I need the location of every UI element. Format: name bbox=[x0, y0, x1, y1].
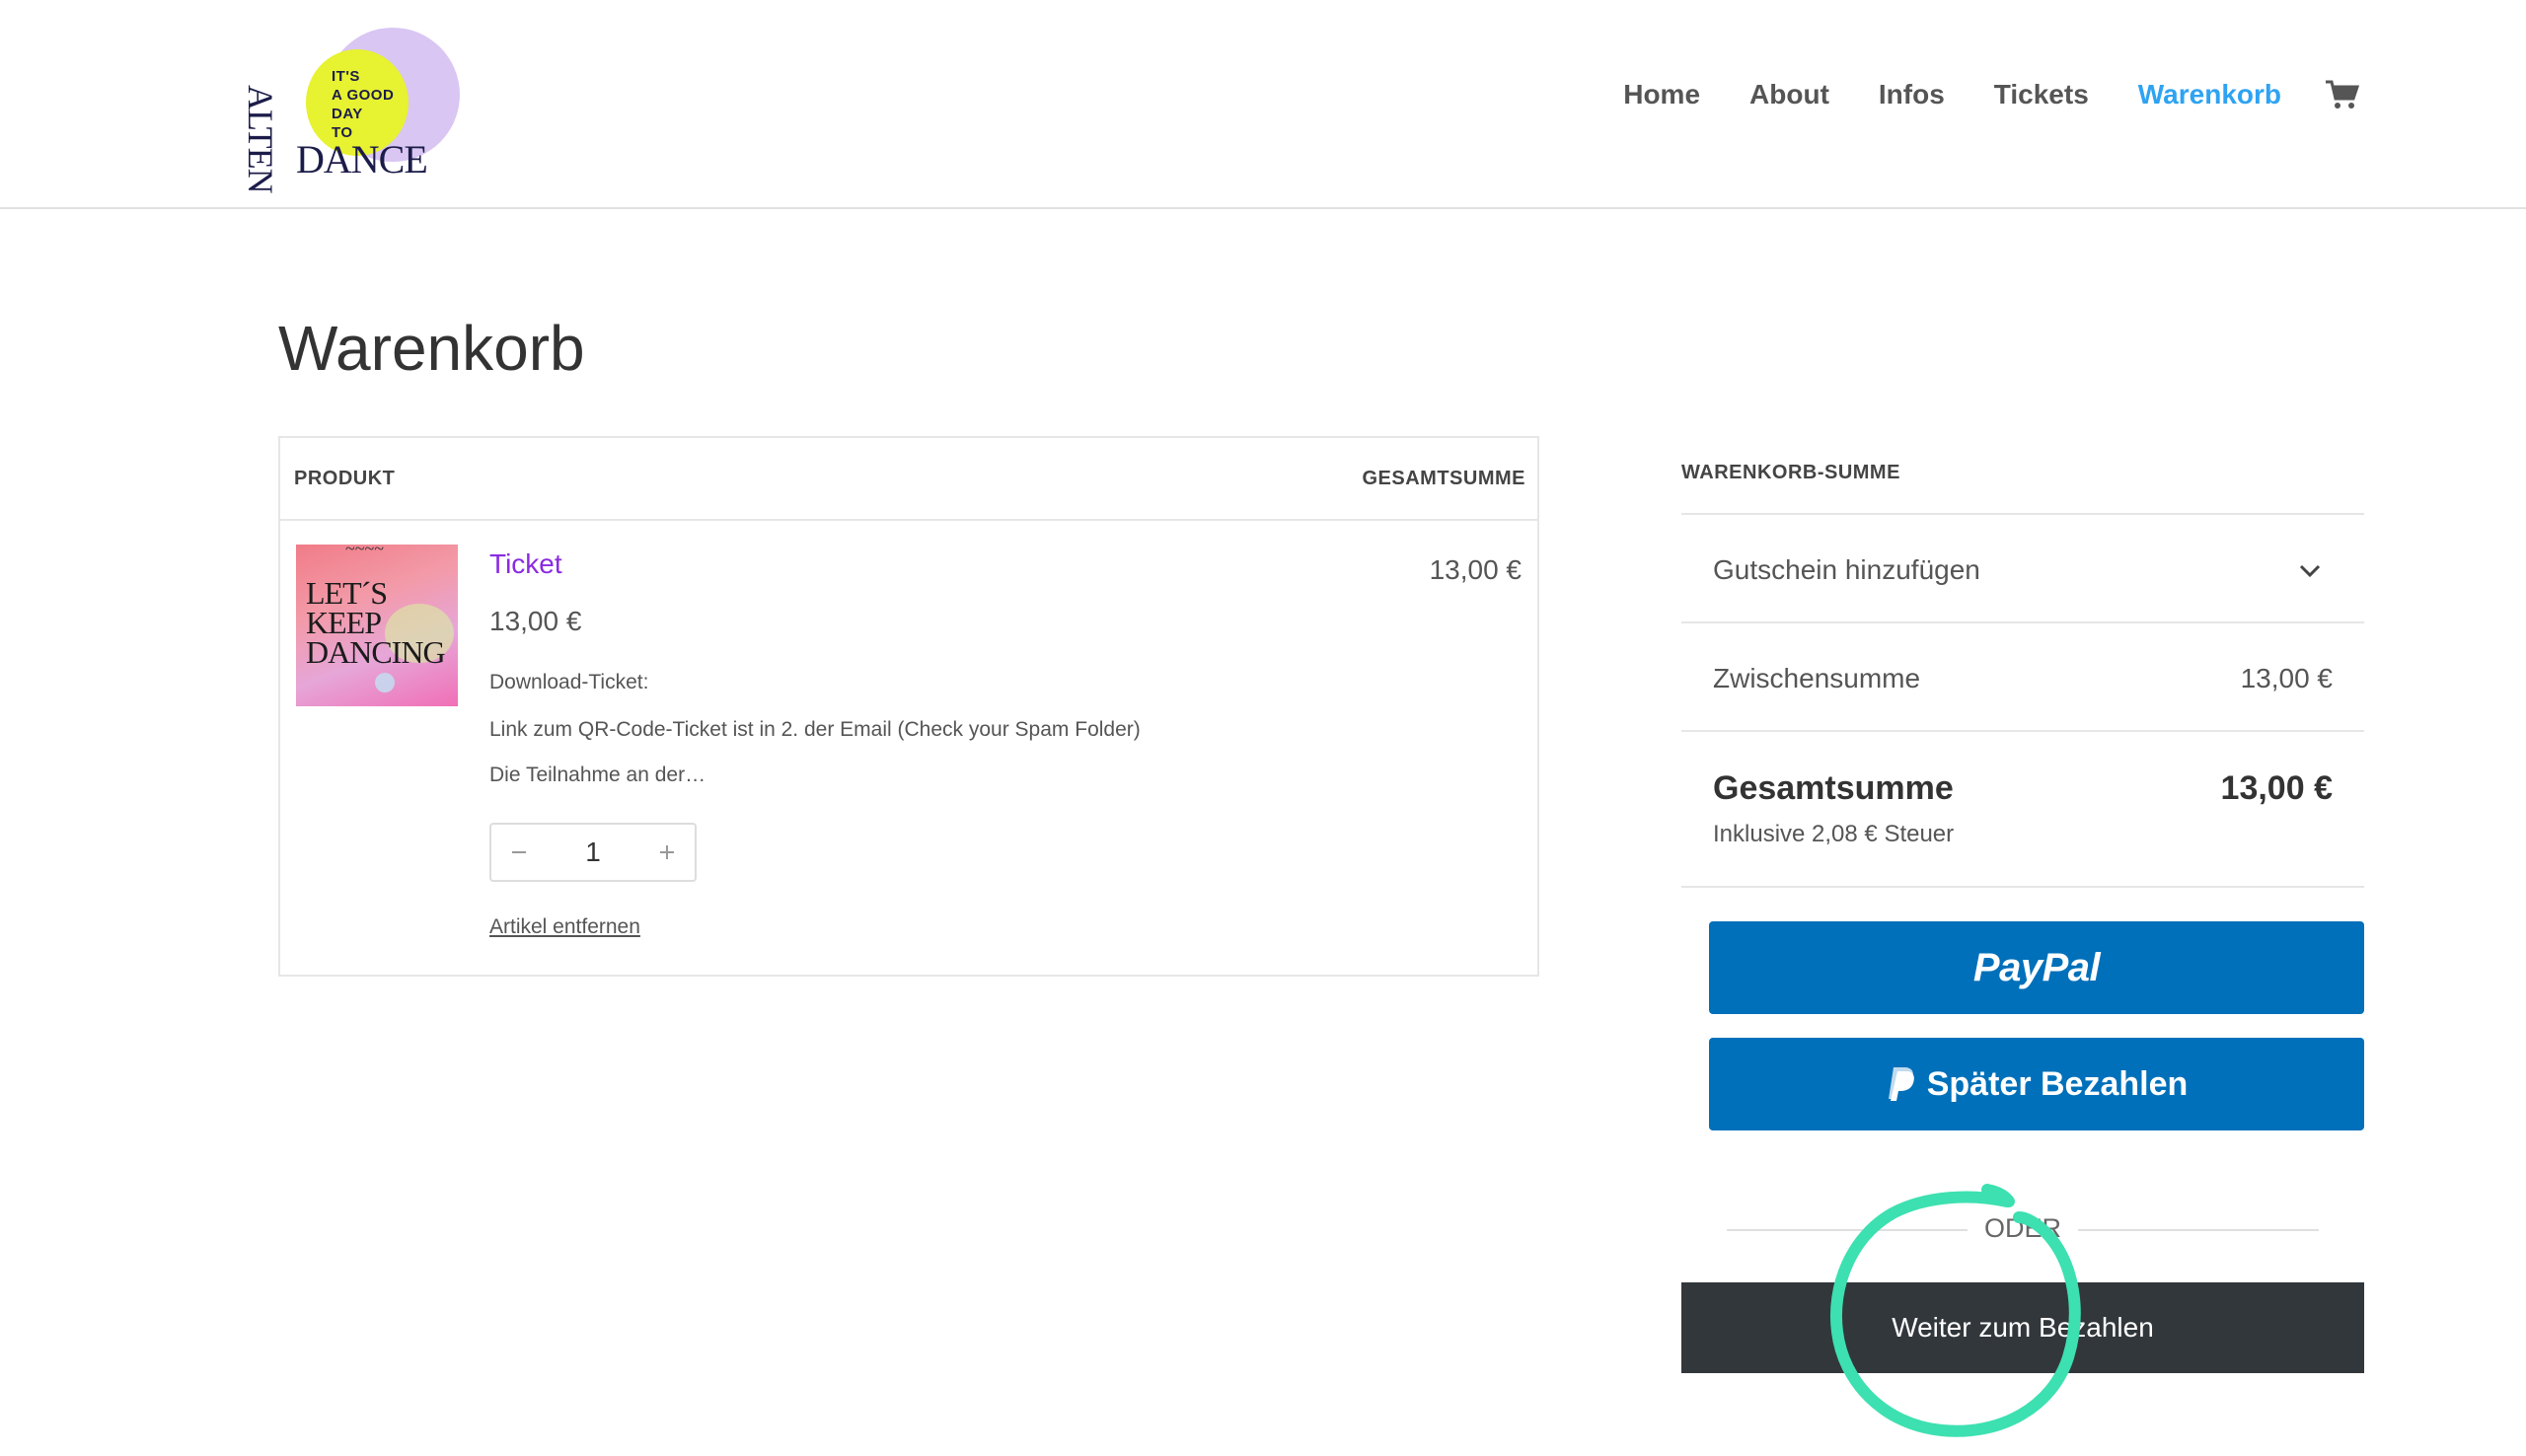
plus-icon bbox=[660, 845, 674, 859]
paypal-pay-later-button[interactable]: Später Bezahlen bbox=[1709, 1038, 2364, 1130]
main-nav: Home About Infos Tickets Warenkorb bbox=[1574, 79, 2360, 110]
quantity-input[interactable]: 1 bbox=[563, 837, 623, 868]
column-header-total: GESAMTSUMME bbox=[1362, 468, 1525, 489]
product-description-line: Link zum QR-Code-Ticket ist in 2. der Em… bbox=[489, 718, 1141, 741]
or-label: ODER bbox=[1983, 1213, 2061, 1243]
proceed-to-checkout-button[interactable]: Weiter zum Bezahlen bbox=[1681, 1282, 2364, 1373]
tax-note: Inklusive 2,08 € Steuer bbox=[1713, 821, 1955, 847]
nav-home[interactable]: Home bbox=[1623, 79, 1700, 110]
quantity-stepper: 1 bbox=[489, 823, 697, 882]
logo-dance-text: DANCE bbox=[296, 137, 428, 182]
paypal-label: PayPal bbox=[1972, 945, 2101, 989]
logo-tagline: IT'S A GOOD DAY TO bbox=[332, 68, 395, 141]
product-name-link[interactable]: Ticket bbox=[489, 548, 562, 580]
nav-about[interactable]: About bbox=[1749, 79, 1829, 110]
paypal-button[interactable]: PayPal bbox=[1709, 921, 2364, 1014]
subtotal-label: Zwischensumme bbox=[1713, 663, 1921, 693]
grand-total-value: 13,00 € bbox=[2220, 769, 2333, 807]
cart-totals-title: WARENKORB-SUMME bbox=[1681, 462, 1900, 483]
product-description-line: Download-Ticket: bbox=[489, 671, 649, 693]
cart-table-header: PRODUKT GESAMTSUMME bbox=[280, 438, 1537, 521]
subtotal-row: Zwischensumme 13,00 € bbox=[1681, 621, 2364, 730]
coupon-toggle[interactable]: Gutschein hinzufügen bbox=[1681, 513, 2364, 621]
paypal-logo-icon bbox=[1888, 1067, 1914, 1101]
grand-total-row: Gesamtsumme 13,00 € Inklusive 2,08 € Ste… bbox=[1681, 730, 2364, 888]
quantity-decrease-button[interactable] bbox=[491, 825, 547, 880]
nav-infos[interactable]: Infos bbox=[1879, 79, 1945, 110]
or-separator: ODER bbox=[1727, 1209, 2319, 1249]
site-header: IT'S A GOOD DAY TO ALTEN DANCE Home Abou… bbox=[0, 0, 2526, 209]
product-description-line: Die Teilnahme an der… bbox=[489, 764, 706, 786]
logo-vertical-text: ALTEN bbox=[241, 85, 280, 193]
nav-warenkorb[interactable]: Warenkorb bbox=[2138, 79, 2281, 110]
grand-total-label: Gesamtsumme bbox=[1713, 769, 1954, 807]
chevron-down-icon bbox=[2299, 564, 2321, 578]
pay-later-label: Später Bezahlen bbox=[1926, 1064, 2189, 1103]
thumbnail-top-script: ~~~~ bbox=[345, 545, 384, 558]
coupon-label: Gutschein hinzufügen bbox=[1713, 554, 1980, 585]
remove-item-link[interactable]: Artikel entfernen bbox=[489, 915, 640, 939]
nav-tickets[interactable]: Tickets bbox=[1994, 79, 2089, 110]
page-title: Warenkorb bbox=[278, 313, 585, 384]
quantity-increase-button[interactable] bbox=[639, 825, 695, 880]
column-header-product: PRODUKT bbox=[294, 468, 396, 489]
subtotal-value: 13,00 € bbox=[2240, 663, 2333, 693]
cart-table: PRODUKT GESAMTSUMME ~~~~ LET´S KEEP DANC… bbox=[278, 436, 1539, 977]
minus-icon bbox=[512, 851, 526, 853]
cart-icon[interactable] bbox=[2325, 79, 2360, 110]
site-logo[interactable]: IT'S A GOOD DAY TO ALTEN DANCE bbox=[241, 26, 462, 193]
thumbnail-title: LET´S KEEP DANCING bbox=[306, 575, 446, 670]
product-unit-price: 13,00 € bbox=[489, 606, 582, 636]
line-item-total: 13,00 € bbox=[1429, 554, 1522, 585]
product-thumbnail[interactable]: ~~~~ LET´S KEEP DANCING bbox=[296, 545, 458, 706]
thumbnail-bubble bbox=[375, 673, 395, 692]
